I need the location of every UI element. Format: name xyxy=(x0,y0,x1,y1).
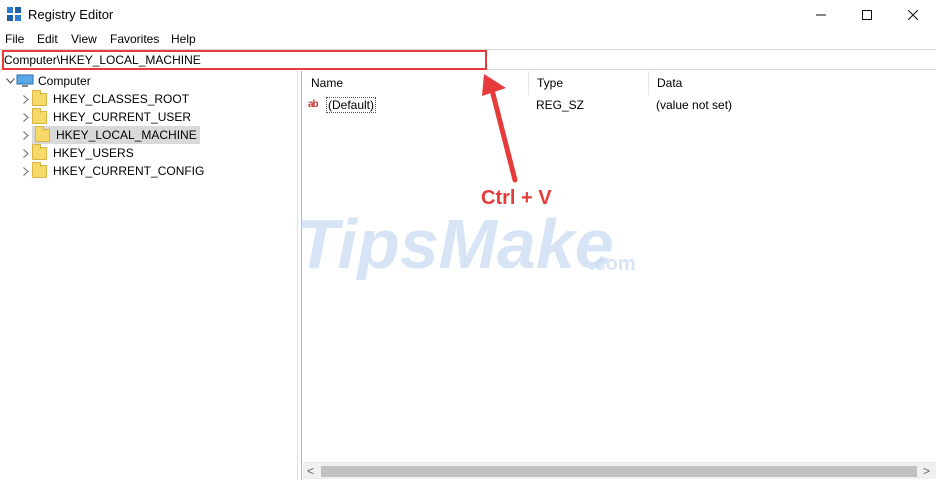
annotation-arrow-icon xyxy=(482,74,518,183)
maximize-icon xyxy=(862,10,872,20)
computer-icon xyxy=(16,74,34,87)
tree-item-hkey-current-config[interactable]: HKEY_CURRENT_CONFIG xyxy=(20,161,205,180)
tree-item-label: HKEY_CURRENT_USER xyxy=(53,110,192,124)
column-header-type[interactable]: Type xyxy=(529,71,649,95)
tree-item-label: Computer xyxy=(38,74,91,88)
tree-item-label: HKEY_USERS xyxy=(53,146,134,160)
scroll-right-arrow[interactable]: > xyxy=(923,464,930,478)
folder-icon xyxy=(32,107,47,124)
tree-item-label: HKEY_CLASSES_ROOT xyxy=(53,92,190,106)
minimize-button[interactable] xyxy=(798,0,844,30)
tree-pane: Computer HKEY_CLASSES_ROOT HKEY_CURRENT_… xyxy=(0,71,297,480)
menu-favorites[interactable]: Favorites xyxy=(110,32,159,46)
chevron-right-icon[interactable] xyxy=(20,108,32,126)
column-header-label: Data xyxy=(657,76,683,90)
folder-icon xyxy=(32,143,47,160)
tree-item-computer[interactable]: Computer xyxy=(4,72,91,90)
window-title: Registry Editor xyxy=(28,7,114,22)
menu-help[interactable]: Help xyxy=(171,32,196,46)
chevron-right-icon[interactable] xyxy=(20,90,32,108)
menu-view[interactable]: View xyxy=(71,32,97,46)
value-name: (Default) xyxy=(326,97,377,113)
tree-item-label: HKEY_CURRENT_CONFIG xyxy=(53,164,205,178)
folder-icon xyxy=(32,89,47,106)
folder-icon xyxy=(35,125,50,142)
column-header-label: Name xyxy=(311,76,344,90)
tree-item-hkey-local-machine[interactable]: HKEY_LOCAL_MACHINE xyxy=(20,125,200,144)
close-button[interactable] xyxy=(890,0,936,30)
menu-edit[interactable]: Edit xyxy=(37,32,58,46)
minimize-icon xyxy=(816,14,826,16)
chevron-down-icon[interactable] xyxy=(4,72,16,90)
tree-item-hkey-classes-root[interactable]: HKEY_CLASSES_ROOT xyxy=(20,89,190,108)
watermark-brand: TipsMake xyxy=(296,205,614,280)
string-value-icon: ab xyxy=(308,99,319,110)
chevron-right-icon[interactable] xyxy=(20,162,32,180)
tree-item-hkey-users[interactable]: HKEY_USERS xyxy=(20,143,134,162)
watermark-suffix: .com xyxy=(589,253,636,275)
folder-icon xyxy=(32,161,47,178)
scrollbar-thumb[interactable] xyxy=(321,466,917,477)
table-row[interactable]: ab (Default) xyxy=(308,96,377,114)
column-header-data[interactable]: Data xyxy=(649,71,936,95)
maximize-button[interactable] xyxy=(844,0,890,30)
chevron-right-icon[interactable] xyxy=(20,144,32,162)
close-icon xyxy=(908,10,918,20)
annotation-label: Ctrl + V xyxy=(481,187,552,209)
title-bar: Registry Editor xyxy=(0,0,936,30)
menu-bar: File Edit View Favorites Help xyxy=(0,30,936,48)
selected-item-highlight: HKEY_LOCAL_MACHINE xyxy=(32,125,200,144)
chevron-right-icon[interactable] xyxy=(20,126,32,144)
tree-item-label: HKEY_LOCAL_MACHINE xyxy=(56,128,197,142)
tipsmake-watermark: TipsMake .com xyxy=(296,205,636,280)
value-data: (value not set) xyxy=(656,98,733,112)
scroll-left-arrow[interactable]: < xyxy=(307,464,314,478)
menu-file[interactable]: File xyxy=(5,32,24,46)
horizontal-scrollbar[interactable]: < > xyxy=(303,462,936,479)
column-header-label: Type xyxy=(537,76,564,90)
value-type: REG_SZ xyxy=(536,98,585,112)
address-highlight-box xyxy=(2,50,487,70)
tree-item-hkey-current-user[interactable]: HKEY_CURRENT_USER xyxy=(20,107,192,126)
registry-editor-icon xyxy=(7,7,21,21)
